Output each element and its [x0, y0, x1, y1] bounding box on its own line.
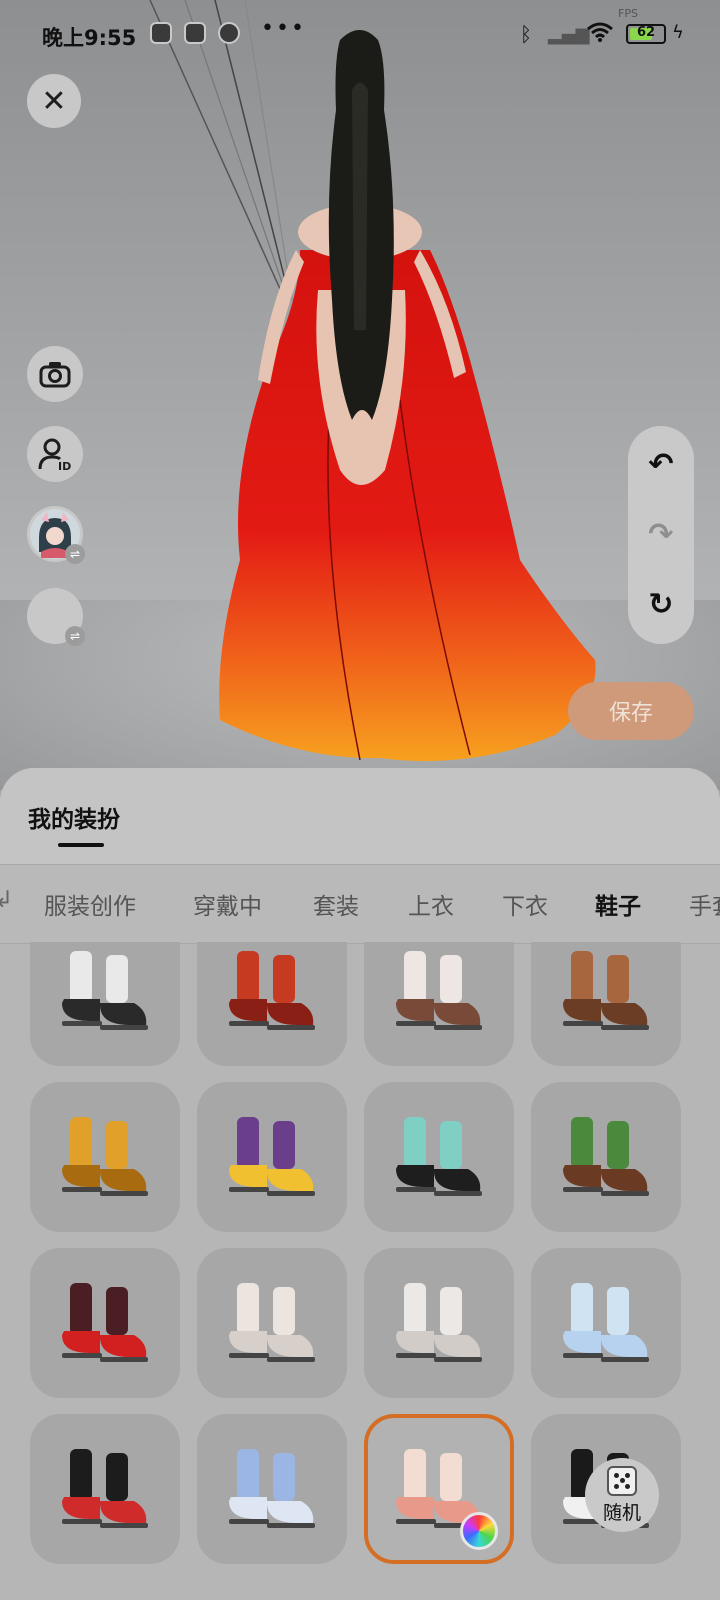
shoe-thumbnail [563, 1117, 649, 1196]
shoe-thumbnail [229, 1449, 315, 1528]
tab-bottoms[interactable]: 下衣 [502, 887, 548, 921]
fps-label: FPS [618, 7, 638, 20]
shoe-thumbnail [229, 1283, 315, 1362]
undo-button[interactable]: ↶ [628, 434, 694, 494]
shoe-thumbnail [563, 1283, 649, 1362]
tab-shoes[interactable]: 鞋子 [595, 887, 641, 921]
bluetooth-icon: ᛒ [520, 22, 532, 46]
title-underline [58, 843, 104, 847]
history-controls: ↶ ↷ ↻ [628, 426, 694, 644]
battery-icon: 62 [626, 24, 666, 44]
shoe-thumbnail [62, 1283, 148, 1362]
status-bar: 晚上9:55 ••• FPS ᛒ ▂▄▆ 62 ϟ [0, 0, 720, 66]
tab-sets[interactable]: 套装 [313, 887, 359, 921]
shoe-item-white-socks-black-shoes[interactable] [30, 942, 180, 1066]
random-label: 随机 [602, 1501, 641, 1524]
signal-icon: ▂▄▆ [548, 24, 590, 45]
sheet-title[interactable]: 我的装扮 [28, 800, 120, 834]
tab-wearing[interactable]: 穿戴中 [193, 887, 262, 921]
browser-icon [218, 22, 240, 44]
shoe-item-white-bunny-boots[interactable] [364, 1248, 514, 1398]
shoe-item-pink-bow-heels[interactable] [364, 1414, 514, 1564]
close-icon: ✕ [41, 83, 67, 119]
shoe-thumbnail [396, 951, 482, 1030]
shoe-item-black-red-bow-boots[interactable] [30, 1414, 180, 1564]
save-button[interactable]: 保存 [568, 682, 694, 740]
tab-gloves[interactable]: 手套 [689, 887, 720, 921]
shoe-item-white-fluffy-boots[interactable] [364, 942, 514, 1066]
color-picker-icon[interactable] [460, 1512, 498, 1550]
camera-icon [39, 362, 71, 388]
shoe-thumbnail [62, 1117, 148, 1196]
shoe-item-teal-pattern-socks[interactable] [364, 1082, 514, 1232]
shoe-thumbnail [563, 951, 649, 1030]
shoe-thumbnail [62, 1449, 148, 1528]
tab-tops[interactable]: 上衣 [408, 887, 454, 921]
more-dots-icon: ••• [261, 16, 306, 41]
svg-text:ID: ID [58, 460, 71, 471]
redo-button[interactable]: ↷ [628, 504, 694, 564]
tab-partial-left[interactable]: ↲ [0, 887, 13, 913]
charging-icon: ϟ [672, 22, 684, 43]
shoe-item-holographic-skates[interactable] [531, 1248, 681, 1398]
undo-icon: ↶ [648, 446, 674, 482]
shoe-item-purple-argyle-socks[interactable] [197, 1082, 347, 1232]
second-avatar-switch-button[interactable]: ⇌ [27, 588, 85, 646]
shoe-thumbnail [62, 951, 148, 1030]
shoe-item-green-striped-boots[interactable] [531, 1082, 681, 1232]
sheet-header: 我的装扮 [0, 768, 720, 864]
reset-icon: ↻ [648, 586, 674, 622]
avatar-figure [149, 0, 596, 762]
camera-app-icon [150, 22, 172, 44]
shoe-thumbnail [229, 1117, 315, 1196]
tab-clothing-creation[interactable]: 服装创作 [44, 887, 136, 921]
shoe-item-yellow-claw-boots[interactable] [30, 1082, 180, 1232]
shoe-thumbnail [396, 1283, 482, 1362]
status-time: 晚上9:55 [42, 26, 137, 50]
tiktok-icon [184, 22, 206, 44]
shoe-item-brown-paw-slippers[interactable] [531, 942, 681, 1066]
user-id-icon: ID [38, 438, 71, 471]
reset-button[interactable]: ↻ [628, 574, 694, 634]
redo-icon: ↷ [648, 516, 674, 552]
swap-icon: ⇌ [65, 544, 85, 564]
avatar-preview-scene[interactable]: 晚上9:55 ••• FPS ᛒ ▂▄▆ 62 ϟ ✕ ID ⇌ ⇌ ↶ ↷ ↻… [0, 0, 720, 790]
dice-icon [607, 1465, 637, 1496]
shoe-item-red-flat-shoes[interactable] [197, 942, 347, 1066]
shoe-item-dark-claw-boots[interactable] [30, 1248, 180, 1398]
wifi-icon [587, 22, 613, 42]
category-tabs: ↲ 服装创作 穿戴中 套装 上衣 下衣 鞋子 手套 [0, 864, 720, 944]
swap-icon: ⇌ [65, 626, 85, 646]
user-id-button[interactable]: ID [27, 426, 83, 482]
battery-level: 62 [636, 25, 656, 40]
shoe-item-knit-bunny-slippers[interactable] [197, 1248, 347, 1398]
close-button[interactable]: ✕ [27, 74, 81, 128]
shoe-item-blue-ballet-flats[interactable] [197, 1414, 347, 1564]
camera-button[interactable] [27, 346, 83, 402]
avatar-switch-button[interactable]: ⇌ [27, 506, 85, 564]
shoe-thumbnail [396, 1117, 482, 1196]
shoe-thumbnail [229, 951, 315, 1030]
random-button[interactable]: 随机 [585, 1458, 659, 1532]
